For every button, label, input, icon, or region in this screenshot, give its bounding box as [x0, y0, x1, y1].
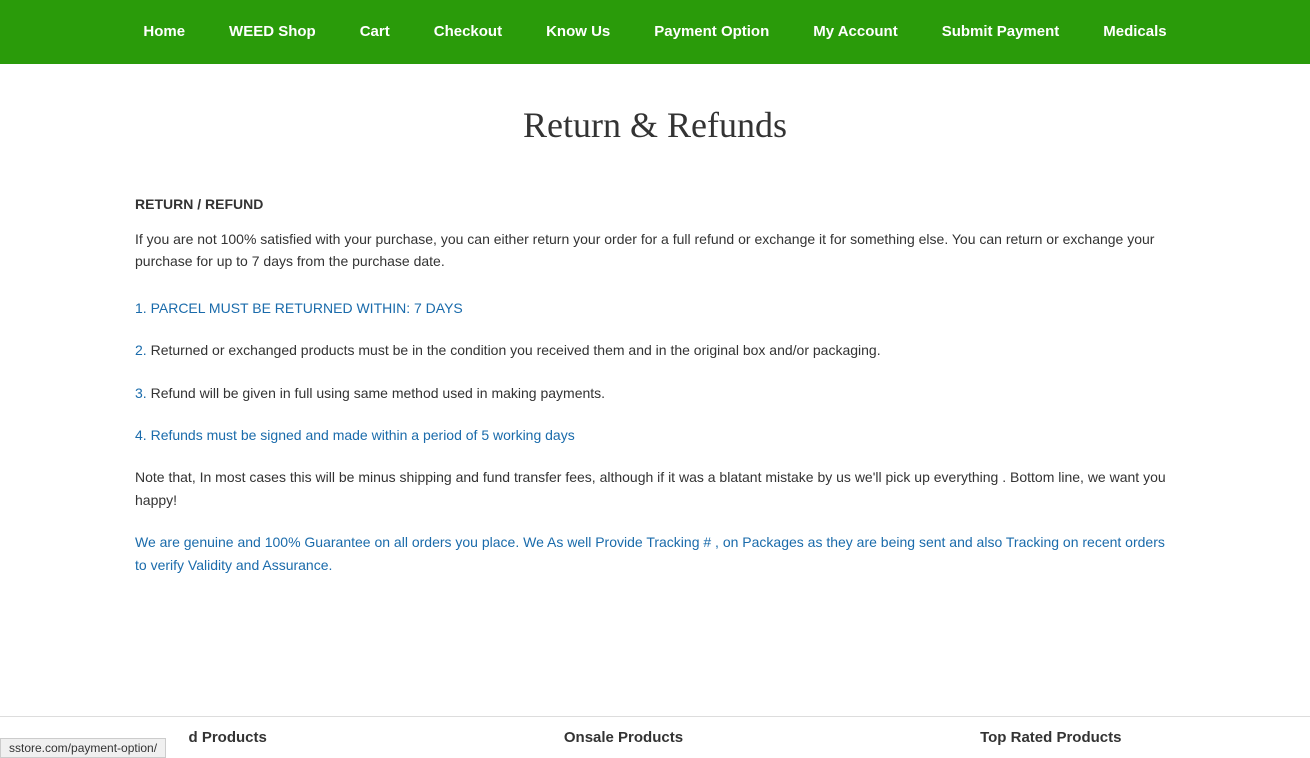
intro-text: If you are not 100% satisfied with your …	[135, 228, 1175, 273]
nav-link-weed-shop[interactable]: WEED Shop	[207, 0, 338, 64]
nav-link-home[interactable]: Home	[121, 0, 207, 64]
nav-item-my-account[interactable]: My Account	[791, 0, 919, 64]
list-text-2: Returned or exchanged products must be i…	[151, 342, 881, 358]
nav-link-know-us[interactable]: Know Us	[524, 0, 632, 64]
nav-item-home[interactable]: Home	[121, 0, 207, 64]
nav-item-submit-payment[interactable]: Submit Payment	[920, 0, 1082, 64]
nav-item-payment-option[interactable]: Payment Option	[632, 0, 791, 64]
footer-col-1: d Products	[189, 729, 267, 746]
footer-col-2: Onsale Products	[564, 729, 683, 746]
list-text-4: Refunds must be signed and made within a…	[151, 427, 575, 443]
list-number-1: 1.	[135, 300, 147, 316]
nav-item-checkout[interactable]: Checkout	[412, 0, 524, 64]
list-number-3: 3.	[135, 385, 147, 401]
main-content: Return & Refunds RETURN / REFUND If you …	[55, 64, 1255, 656]
list-text-1: PARCEL MUST BE RETURNED WITHIN: 7 DAYS	[151, 300, 463, 316]
main-nav: Home WEED Shop Cart Checkout Know Us Pay…	[0, 0, 1310, 64]
list-item-3: 3. Refund will be given in full using sa…	[135, 382, 1175, 404]
list-item-4: 4. Refunds must be signed and made withi…	[135, 424, 1175, 446]
page-title: Return & Refunds	[135, 104, 1175, 146]
nav-link-cart[interactable]: Cart	[338, 0, 412, 64]
nav-item-medicals[interactable]: Medicals	[1081, 0, 1188, 64]
nav-item-know-us[interactable]: Know Us	[524, 0, 632, 64]
nav-item-cart[interactable]: Cart	[338, 0, 412, 64]
list-item-1: 1. PARCEL MUST BE RETURNED WITHIN: 7 DAY…	[135, 297, 1175, 319]
footer-bar: d Products Onsale Products Top Rated Pro…	[0, 716, 1310, 758]
list-item-2: 2. Returned or exchanged products must b…	[135, 339, 1175, 361]
nav-link-checkout[interactable]: Checkout	[412, 0, 524, 64]
status-url: sstore.com/payment-option/	[9, 741, 157, 755]
note-text: Note that, In most cases this will be mi…	[135, 466, 1175, 511]
status-bar: sstore.com/payment-option/	[0, 738, 166, 758]
section-heading: RETURN / REFUND	[135, 196, 1175, 212]
nav-item-weed-shop[interactable]: WEED Shop	[207, 0, 338, 64]
guarantee-text: We are genuine and 100% Guarantee on all…	[135, 531, 1175, 576]
list-number-2: 2.	[135, 342, 147, 358]
footer-col-3: Top Rated Products	[980, 729, 1121, 746]
nav-link-medicals[interactable]: Medicals	[1081, 0, 1188, 64]
list-number-4: 4.	[135, 427, 147, 443]
nav-link-my-account[interactable]: My Account	[791, 0, 919, 64]
list-text-3: Refund will be given in full using same …	[151, 385, 605, 401]
nav-link-submit-payment[interactable]: Submit Payment	[920, 0, 1082, 64]
nav-link-payment-option[interactable]: Payment Option	[632, 0, 791, 64]
